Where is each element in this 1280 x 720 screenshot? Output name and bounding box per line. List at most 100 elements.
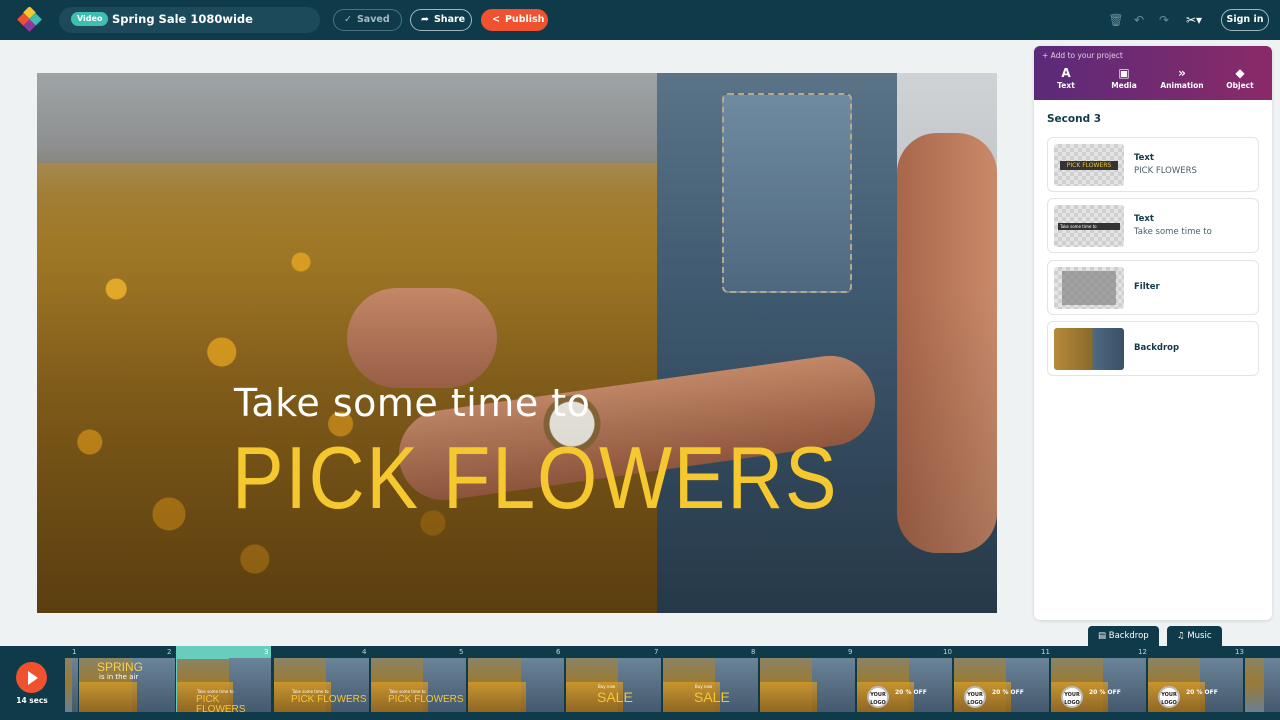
frame-strip[interactable]: SPRING is in the air Take some time to P… [64, 658, 1280, 712]
layer-type: Text [1134, 214, 1154, 224]
layer-item[interactable]: Take some time to Text Take some time to [1047, 198, 1259, 253]
add-object-tab[interactable]: ◆ Object [1215, 66, 1265, 96]
sign-in-button[interactable]: Sign in [1221, 9, 1269, 31]
app-logo-icon[interactable] [17, 7, 43, 33]
play-button[interactable] [16, 662, 47, 693]
timeline-frame-selected[interactable]: Take some time to PICK FLOWERS [176, 658, 271, 712]
frame-number: 8 [751, 648, 756, 656]
timeline-frame[interactable]: YOUR LOGO 20 % OFF [1147, 658, 1243, 712]
share-button[interactable]: ➦ Share [410, 9, 472, 31]
layer-thumbnail: Take some time to [1054, 205, 1124, 247]
redo-icon[interactable]: ↷ [1155, 11, 1173, 29]
frame-title: SPRING [97, 660, 144, 674]
layer-item[interactable]: Backdrop [1047, 321, 1259, 376]
project-title[interactable]: Spring Sale 1080wide [112, 12, 253, 26]
your-logo-badge: YOUR LOGO [867, 686, 889, 708]
publish-button[interactable]: < Publish [481, 9, 548, 31]
backdrop-tab[interactable]: ▤ Backdrop [1088, 626, 1159, 646]
frame-title: SALE [694, 689, 730, 705]
music-tab-label: Music [1187, 631, 1212, 641]
duration-label: 14 secs [16, 696, 48, 705]
layer-type: Text [1134, 153, 1154, 163]
section-title: Second 3 [1047, 113, 1102, 125]
timeline-frame[interactable]: Take some time to PICK FLOWERS [370, 658, 466, 712]
timeline-frame[interactable] [1244, 658, 1280, 712]
add-animation-label: Animation [1160, 81, 1204, 90]
saved-button[interactable]: ✓ Saved [333, 9, 402, 31]
publish-icon: < [492, 14, 500, 25]
layer-thumb-text: Take some time to [1058, 223, 1120, 230]
frame-number: 5 [459, 648, 464, 656]
share-label: Share [433, 14, 466, 25]
top-bar: Video Spring Sale 1080wide ✓ Saved ➦ Sha… [0, 0, 1280, 40]
layer-item[interactable]: Filter [1047, 260, 1259, 315]
frame-ruler: 1 2 3 4 5 6 7 8 9 10 11 12 13 [64, 647, 1280, 657]
timeline-frame[interactable]: YOUR LOGO 20 % OFF [856, 658, 952, 712]
timeline-frame[interactable]: YOUR LOGO 20 % OFF [1050, 658, 1146, 712]
frame-title: SALE [597, 689, 633, 705]
media-icon: ▣ [1118, 66, 1130, 80]
undo-icon[interactable]: ↶ [1130, 11, 1148, 29]
frame-number: 9 [848, 648, 853, 656]
frame-subtitle: is in the air [99, 673, 139, 681]
frame-title: PICK FLOWERS [291, 694, 367, 705]
trash-icon[interactable]: 🗑 [1107, 11, 1125, 29]
layer-item[interactable]: PICK FLOWERS Text PICK FLOWERS [1047, 137, 1259, 192]
frame-title: 20 % OFF [1089, 689, 1121, 696]
add-text-label: Text [1057, 81, 1075, 90]
add-media-tab[interactable]: ▣ Media [1099, 66, 1149, 96]
timeline-frame[interactable]: Take some time to PICK FLOWERS [273, 658, 369, 712]
add-to-project-bar: + Add to your project A Text ▣ Media » A… [1034, 46, 1272, 100]
layer-thumbnail: PICK FLOWERS [1054, 144, 1124, 186]
music-note-icon: ♫ [1177, 631, 1185, 641]
publish-label: Publish [504, 14, 545, 25]
frame-title: 20 % OFF [992, 689, 1024, 696]
frame-number: 7 [654, 648, 659, 656]
frame-title: 20 % OFF [895, 689, 927, 696]
backdrop-icon: ▤ [1098, 631, 1107, 641]
canvas-text-line2[interactable]: PICK FLOWERS [232, 418, 838, 538]
layer-thumb-text: PICK FLOWERS [1060, 161, 1118, 170]
animation-icon: » [1178, 66, 1186, 80]
layer-type: Filter [1134, 282, 1160, 292]
your-logo-badge: YOUR LOGO [1061, 686, 1083, 708]
backdrop-tab-label: Backdrop [1108, 631, 1149, 641]
layers-panel: + Add to your project A Text ▣ Media » A… [1034, 46, 1272, 620]
add-animation-tab[interactable]: » Animation [1157, 66, 1207, 96]
frame-number: 3 [264, 648, 269, 656]
frame-number: 2 [167, 648, 172, 656]
tools-icon[interactable]: ✂▾ [1181, 11, 1207, 29]
frame-number: 4 [362, 648, 367, 656]
layer-thumbnail [1054, 267, 1124, 309]
add-text-tab[interactable]: A Text [1041, 66, 1091, 96]
filter-swatch [1062, 271, 1116, 305]
timeline-frame[interactable]: SPRING is in the air [78, 658, 175, 712]
add-to-project-label: + Add to your project [1042, 51, 1123, 60]
frame-number: 13 [1235, 648, 1244, 656]
frame-title: PICK FLOWERS [196, 694, 246, 713]
text-icon: A [1061, 66, 1071, 80]
layer-type: Backdrop [1134, 343, 1180, 353]
music-tab[interactable]: ♫ Music [1167, 626, 1222, 646]
frame-title: PICK FLOWERS [388, 694, 464, 705]
saved-label: Saved [356, 14, 390, 25]
frame-number: 12 [1138, 648, 1147, 656]
layer-subtitle: PICK FLOWERS [1134, 166, 1197, 176]
video-badge: Video [71, 12, 109, 26]
your-logo-badge: YOUR LOGO [1158, 686, 1180, 708]
layer-thumbnail [1054, 328, 1124, 370]
timeline-frame[interactable] [64, 658, 78, 712]
frame-number: 6 [556, 648, 561, 656]
check-icon: ✓ [344, 14, 352, 25]
frame-number: 11 [1041, 648, 1050, 656]
layer-subtitle: Take some time to [1134, 227, 1212, 237]
frame-number: 1 [72, 648, 77, 656]
frame-title: 20 % OFF [1186, 689, 1218, 696]
timeline-frame[interactable] [467, 658, 564, 712]
add-object-label: Object [1226, 81, 1254, 90]
timeline-frame[interactable] [759, 658, 855, 712]
timeline-frame[interactable]: YOUR LOGO 20 % OFF [953, 658, 1049, 712]
timeline-frame[interactable]: Buy now SALE [565, 658, 661, 712]
timeline-frame[interactable]: Buy now SALE [662, 658, 758, 712]
design-canvas[interactable]: Take some time to PICK FLOWERS [37, 73, 997, 613]
